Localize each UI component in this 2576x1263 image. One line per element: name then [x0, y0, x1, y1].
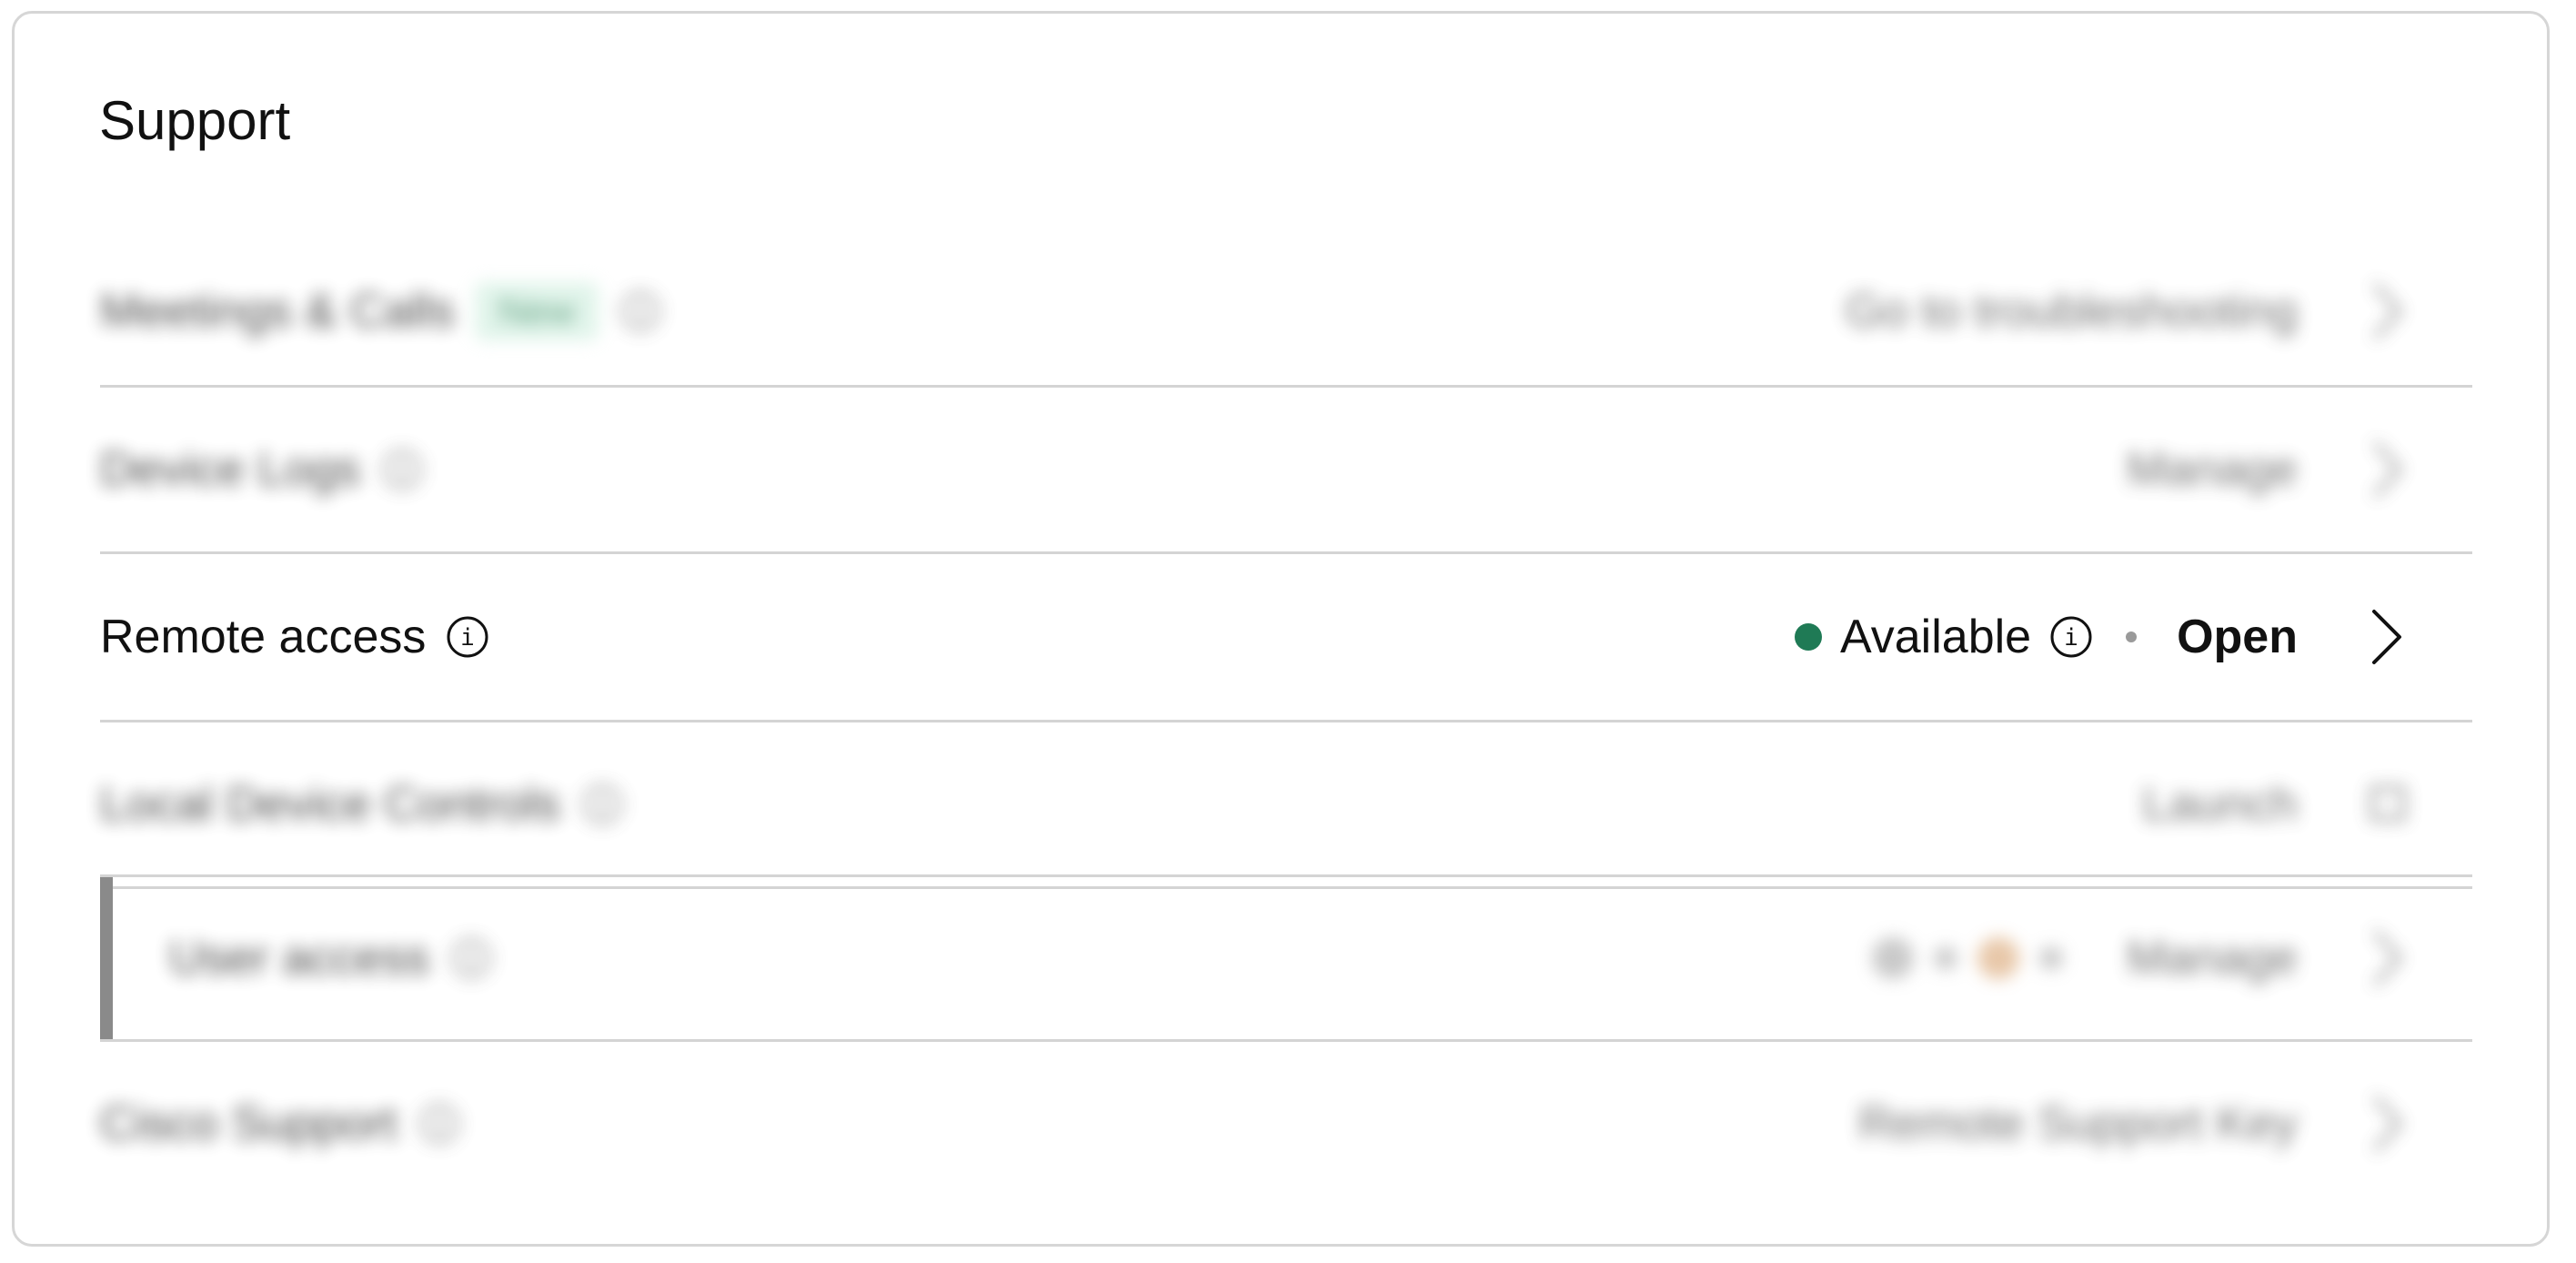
user-avatars [1872, 937, 2064, 979]
go-to-troubleshooting-link[interactable]: Go to troubleshooting [1846, 284, 2298, 338]
svg-text:i: i [461, 624, 476, 652]
row-right: Manage [2127, 388, 2409, 551]
chevron-right-icon[interactable] [2367, 278, 2409, 344]
selection-indicator [100, 877, 113, 1039]
row-label: Local Device Controls [100, 778, 560, 831]
manage-link[interactable]: Manage [2127, 442, 2298, 497]
svg-text:i: i [2064, 624, 2078, 652]
external-link-icon[interactable] [2367, 772, 2409, 837]
row-left: Remote access i [100, 554, 489, 720]
row-right: Manage [1872, 877, 2409, 1039]
avatar [1977, 937, 2020, 979]
support-row-remote-access[interactable]: Remote access i Available i Open [100, 554, 2472, 722]
info-icon[interactable] [619, 289, 662, 333]
info-icon[interactable] [580, 783, 624, 826]
separator-dot [2126, 632, 2138, 642]
row-left: Local Device Controls [100, 722, 624, 886]
row-left: User access [169, 877, 493, 1039]
row-left: Cisco Support [100, 1042, 461, 1206]
open-link[interactable]: Open [2177, 610, 2298, 664]
manage-link[interactable]: Manage [2127, 931, 2298, 985]
launch-link[interactable]: Launch [2142, 777, 2298, 832]
support-card: Support Meetings & Calls New Go to troub… [12, 11, 2550, 1247]
row-right: Available i Open [1795, 554, 2409, 720]
support-row-local-device-controls[interactable]: Local Device Controls Launch [100, 722, 2472, 889]
avatar [1934, 946, 1958, 970]
support-row-meetings[interactable]: Meetings & Calls New Go to troubleshooti… [100, 237, 2472, 388]
support-row-cisco-support[interactable]: Cisco Support Remote Support Key [100, 1042, 2472, 1206]
row-label: Cisco Support [100, 1097, 397, 1150]
row-right: Launch [2142, 722, 2409, 886]
info-icon[interactable]: i [2049, 615, 2093, 659]
status-dot [1795, 623, 1822, 651]
row-right: Remote Support Key [1858, 1042, 2409, 1206]
chevron-right-icon[interactable] [2367, 437, 2409, 502]
card-title: Support [99, 90, 291, 151]
row-label: User access [169, 932, 430, 985]
row-label: Remote access [100, 611, 427, 663]
remote-support-key-link[interactable]: Remote Support Key [1858, 1096, 2298, 1151]
chevron-right-icon[interactable] [2367, 1091, 2409, 1157]
status-text: Available [1840, 611, 2032, 663]
row-left: Device Logs [100, 388, 424, 551]
chevron-right-icon[interactable] [2367, 604, 2409, 670]
row-right: Go to troubleshooting [1846, 237, 2409, 385]
avatar [1872, 937, 1915, 979]
avatar [2039, 946, 2064, 970]
info-icon[interactable]: i [446, 615, 489, 659]
support-row-device-logs[interactable]: Device Logs Manage [100, 388, 2472, 554]
chevron-right-icon[interactable] [2367, 925, 2409, 991]
info-icon[interactable] [449, 936, 493, 980]
support-row-user-access[interactable]: User access Manage [100, 874, 2472, 1042]
new-badge: New [475, 281, 599, 340]
info-icon[interactable] [380, 448, 424, 491]
row-label: Meetings & Calls [100, 284, 456, 338]
row-left: Meetings & Calls New [100, 237, 662, 385]
row-label: Device Logs [100, 443, 361, 496]
info-icon[interactable] [418, 1102, 461, 1146]
